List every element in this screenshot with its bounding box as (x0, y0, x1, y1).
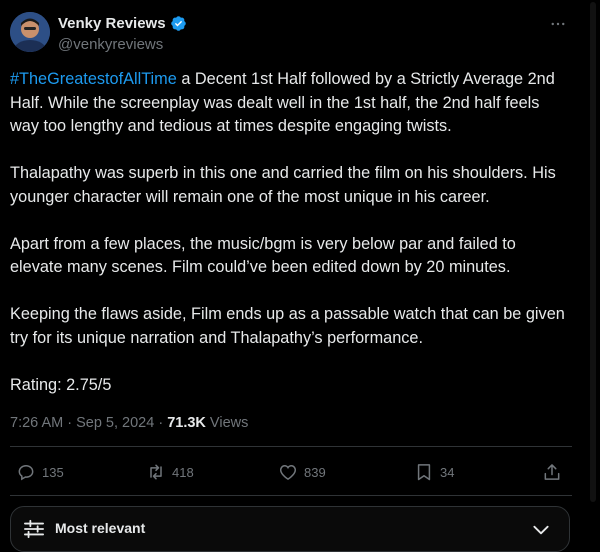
more-horizontal-icon[interactable] (546, 14, 570, 34)
verified-badge-icon (170, 15, 187, 32)
meta-separator: · (63, 415, 77, 431)
bookmark-button[interactable]: 34 (414, 462, 454, 482)
user-handle[interactable]: @venkyreviews (58, 36, 163, 53)
tweet-header: Venky Reviews @venkyreviews (10, 12, 570, 56)
action-bar: 135 418 839 34 (10, 456, 570, 492)
chevron-down-icon (531, 520, 551, 540)
paragraph-4: Keeping the flaws aside, Film ends up as… (10, 305, 565, 347)
name-row: Venky Reviews (58, 15, 187, 32)
sliders-icon (23, 519, 45, 539)
reply-icon (16, 462, 36, 482)
tweet-time[interactable]: 7:26 AM (10, 415, 63, 431)
tweet-date[interactable]: Sep 5, 2024 (76, 415, 154, 431)
sort-label: Most relevant (55, 520, 146, 536)
paragraph-2: Thalapathy was superb in this one and ca… (10, 164, 556, 206)
meta-separator-2: · (154, 415, 168, 431)
paragraph-1: #TheGreatestofAllTime a Decent 1st Half … (10, 68, 570, 139)
repost-icon (146, 462, 166, 482)
views-label: Views (205, 415, 249, 431)
scrollbar-thumb[interactable] (590, 2, 596, 502)
divider-bottom (10, 495, 572, 496)
views-count: 71.3K (167, 415, 206, 431)
paragraph-3: Apart from a few places, the music/bgm i… (10, 234, 516, 277)
avatar[interactable] (10, 12, 50, 52)
divider-top (10, 446, 572, 447)
like-button[interactable]: 839 (278, 462, 326, 482)
sort-replies-dropdown[interactable]: Most relevant (10, 506, 570, 552)
repost-count: 418 (172, 464, 194, 480)
like-count: 839 (304, 464, 326, 480)
display-name[interactable]: Venky Reviews (58, 15, 166, 32)
repost-button[interactable]: 418 (146, 462, 194, 482)
bookmark-icon (414, 462, 434, 482)
tweet-meta: 7:26 AM · Sep 5, 2024 · 71.3K Views (10, 415, 248, 431)
tweet-detail: Venky Reviews @venkyreviews #TheGreatest… (0, 0, 584, 552)
reply-count: 135 (42, 464, 64, 480)
share-icon (542, 462, 562, 482)
hashtag-link[interactable]: #TheGreatestofAllTime (10, 70, 177, 88)
share-button[interactable] (542, 462, 562, 482)
tweet-text: #TheGreatestofAllTime a Decent 1st Half … (10, 68, 570, 421)
scrollbar[interactable] (584, 0, 600, 546)
heart-icon (278, 462, 298, 482)
reply-button[interactable]: 135 (16, 462, 64, 482)
rating-text: Rating: 2.75/5 (10, 375, 112, 394)
bookmark-count: 34 (440, 464, 455, 480)
